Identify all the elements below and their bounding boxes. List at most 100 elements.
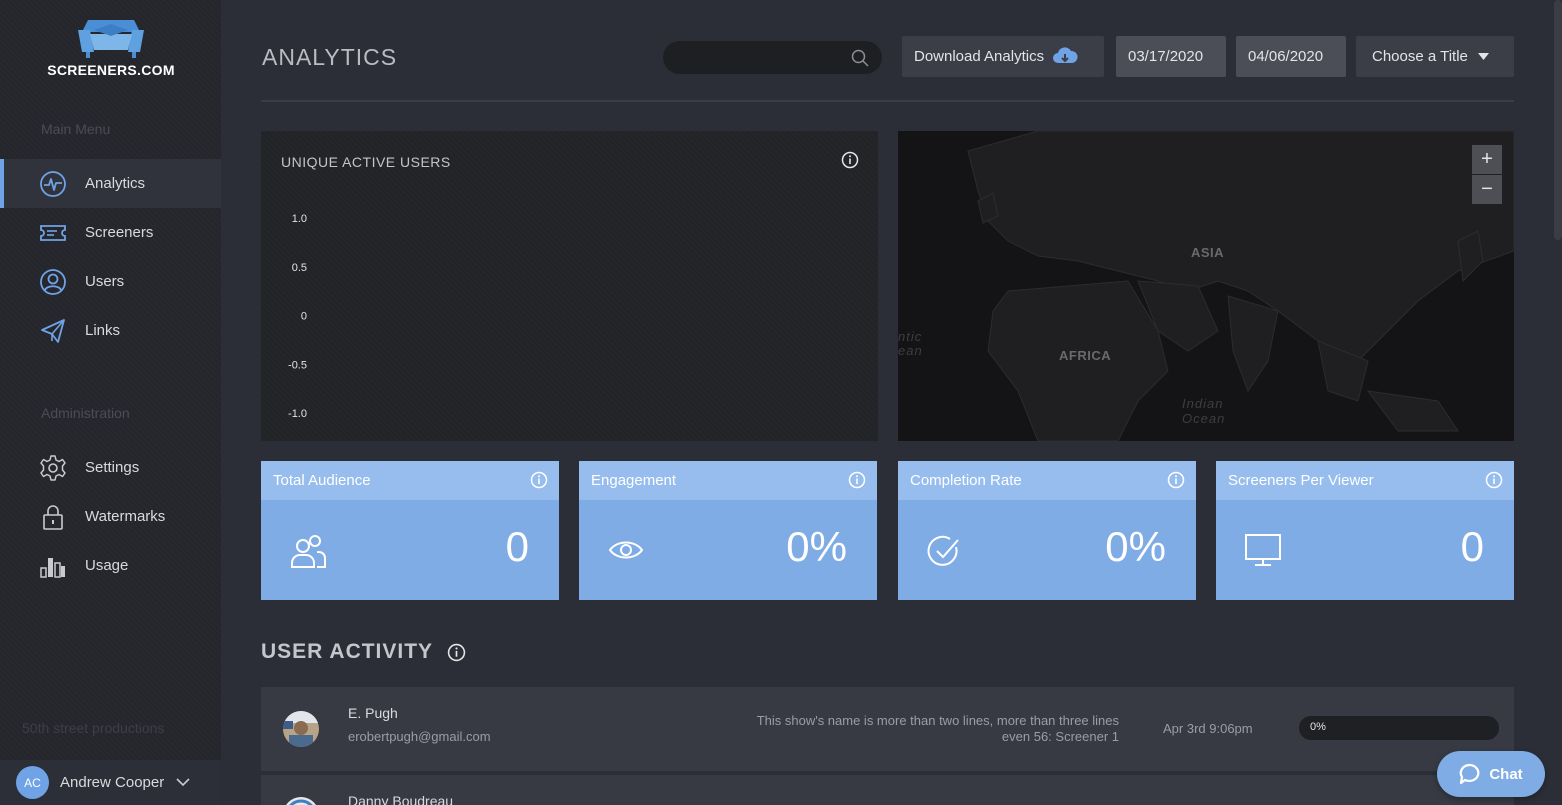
stat-card-header: Total Audience	[261, 461, 559, 500]
zoom-in-button[interactable]: +	[1472, 145, 1502, 174]
sidebar-item-label: Analytics	[85, 175, 146, 192]
company-name: 50th street productions	[22, 720, 165, 736]
download-analytics-label: Download Analytics	[914, 48, 1045, 65]
screener-title-line2: even 56: Screener 1	[1001, 729, 1119, 744]
screener-title-line1: This show's name is more than two lines,…	[756, 713, 1119, 728]
brand-logo[interactable]: SCREENERS.COM	[46, 16, 176, 78]
user-circle-icon	[39, 268, 67, 296]
map-label-atlantic-part2: ean	[898, 343, 923, 358]
paper-plane-icon	[39, 317, 67, 345]
sidebar-item-label: Users	[85, 273, 125, 290]
ticket-icon	[39, 219, 67, 247]
zoom-out-button[interactable]: −	[1472, 175, 1502, 204]
screener-title: This show's name is more than two lines,…	[679, 713, 1119, 745]
start-date-value: 03/17/2020	[1128, 48, 1204, 65]
search-input[interactable]	[663, 41, 843, 74]
chat-bubble-icon	[1459, 763, 1481, 785]
info-icon[interactable]	[447, 643, 466, 667]
stat-card-value: 0	[505, 523, 529, 570]
stat-card-screeners-per-viewer: Screeners Per Viewer 0	[1216, 461, 1514, 600]
map-label-africa: AFRICA	[1059, 348, 1112, 363]
stat-card-completion-rate: Completion Rate 0%	[898, 461, 1196, 600]
stat-card-label: Engagement	[591, 472, 677, 489]
brand-name: SCREENERS.COM	[47, 62, 175, 78]
y-tick-label: 0.5	[292, 262, 307, 274]
user-photo	[283, 797, 319, 805]
bar-chart-icon	[39, 552, 67, 580]
user-name: E. Pugh	[348, 705, 398, 721]
sidebar-item-watermarks[interactable]: Watermarks	[0, 492, 221, 541]
y-tick-label: -0.5	[288, 359, 307, 371]
main-menu-heading: Main Menu	[41, 121, 111, 137]
user-email: erobertpugh@gmail.com	[348, 729, 491, 744]
cloud-download-icon	[1052, 46, 1078, 67]
search-icon[interactable]	[851, 49, 869, 72]
chat-button[interactable]: Chat	[1437, 751, 1545, 797]
sidebar-item-screeners[interactable]: Screeners	[0, 208, 221, 257]
sidebar-item-usage[interactable]: Usage	[0, 541, 221, 590]
gear-icon	[39, 454, 67, 482]
sofa-logo-icon	[78, 20, 144, 58]
sidebar-item-label: Settings	[85, 459, 140, 476]
sidebar-item-settings[interactable]: Settings	[0, 443, 221, 492]
stat-card-label: Completion Rate	[910, 472, 1022, 489]
end-date-field[interactable]: 04/06/2020	[1236, 36, 1346, 77]
chevron-down-icon	[176, 774, 190, 792]
check-circle-icon	[926, 534, 962, 575]
monitor-icon	[1244, 532, 1282, 573]
map-label-asia: ASIA	[1191, 245, 1225, 260]
page-title: ANALYTICS	[262, 44, 398, 70]
map-landmass	[967, 131, 1514, 441]
caret-down-icon	[1477, 52, 1489, 61]
world-map[interactable]: ASIA AFRICA Indian Ocean ntic ean + −	[898, 131, 1514, 441]
y-tick-label: 0	[301, 311, 307, 323]
stat-card-engagement: Engagement 0%	[579, 461, 877, 600]
user-photo	[283, 711, 319, 747]
title-select-value: Choose a Title	[1372, 48, 1468, 65]
chat-label: Chat	[1489, 765, 1523, 783]
user-menu[interactable]: AC Andrew Cooper	[0, 760, 221, 805]
activity-timestamp: Apr 3rd 9:06pm	[1163, 721, 1253, 736]
sidebar-item-label: Usage	[85, 557, 129, 574]
chart-plot-area: 1.0 0.5 0 -0.5 -1.0	[288, 213, 307, 420]
y-tick-label: -1.0	[288, 408, 307, 420]
stat-card-value: 0%	[1105, 523, 1166, 570]
user-name: Andrew Cooper	[60, 774, 165, 791]
stat-card-value: 0	[1460, 523, 1484, 570]
stat-card-header: Completion Rate	[898, 461, 1196, 500]
sidebar-item-users[interactable]: Users	[0, 257, 221, 306]
stat-card-total-audience: Total Audience 0	[261, 461, 559, 600]
map-label-atlantic-part1: ntic	[898, 329, 923, 344]
map-label-indian: Indian	[1182, 396, 1224, 411]
end-date-value: 04/06/2020	[1248, 48, 1324, 65]
progress-label: 0%	[1310, 721, 1326, 733]
start-date-field[interactable]: 03/17/2020	[1116, 36, 1226, 77]
sidebar-item-label: Screeners	[85, 224, 154, 241]
sidebar-item-analytics[interactable]: Analytics	[0, 159, 221, 208]
scrollbar[interactable]	[1554, 0, 1562, 240]
sidebar: SCREENERS.COM Main Menu Analytics Screen…	[0, 0, 221, 805]
info-icon[interactable]	[530, 471, 548, 493]
unique-active-users-chart: UNIQUE ACTIVE USERS 1.0 0.5 0 -0.5 -1.0	[261, 131, 878, 441]
info-icon[interactable]	[1167, 471, 1185, 493]
stat-card-header: Screeners Per Viewer	[1216, 461, 1514, 500]
user-name: Danny Boudreau	[348, 793, 454, 805]
title-select[interactable]: Choose a Title	[1356, 36, 1514, 77]
header-divider	[261, 100, 1514, 102]
sidebar-item-links[interactable]: Links	[0, 306, 221, 355]
sidebar-item-label: Links	[85, 322, 121, 339]
activity-row[interactable]: E. Pugh erobertpugh@gmail.com This show'…	[261, 687, 1514, 771]
map-label-ocean: Ocean	[1182, 411, 1226, 426]
user-activity-title: USER ACTIVITY	[261, 640, 434, 663]
download-analytics-button[interactable]: Download Analytics	[902, 36, 1104, 77]
info-icon[interactable]	[848, 471, 866, 493]
stat-card-value: 0%	[786, 523, 847, 570]
progress-bar: 0%	[1299, 716, 1499, 740]
activity-row[interactable]: Danny Boudreau	[261, 775, 1514, 805]
administration-heading: Administration	[41, 405, 130, 421]
info-icon[interactable]	[1485, 471, 1503, 493]
stat-card-label: Total Audience	[273, 472, 371, 489]
eye-icon	[607, 537, 645, 568]
lock-icon	[39, 503, 67, 531]
search-box	[663, 41, 882, 74]
